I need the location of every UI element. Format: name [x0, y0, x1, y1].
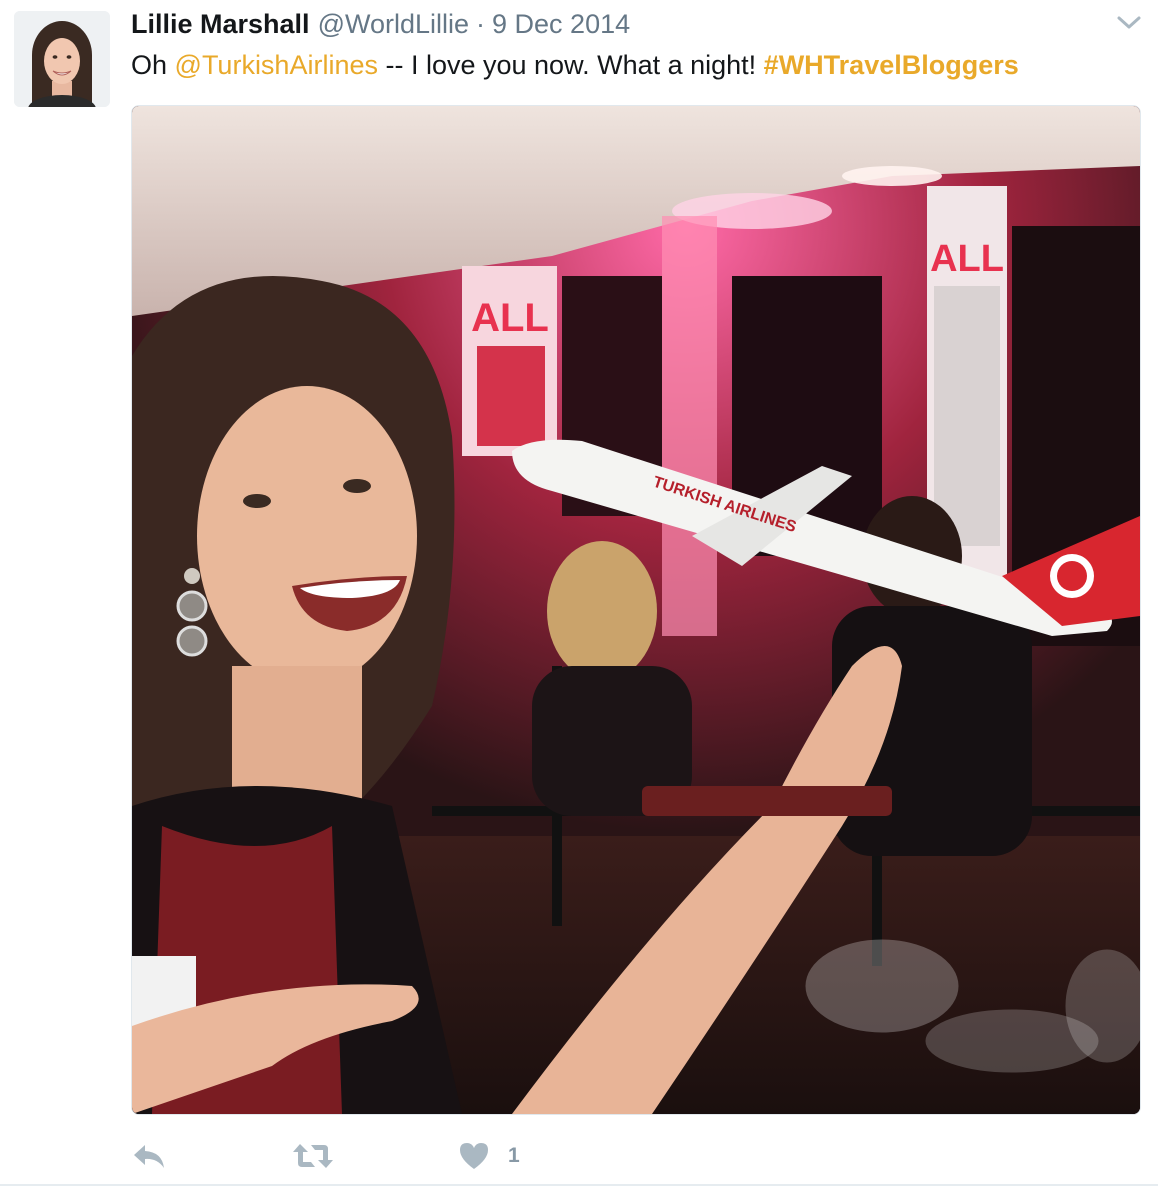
like-count: 1 — [508, 1144, 520, 1167]
reply-button[interactable] — [131, 1138, 167, 1174]
retweet-button[interactable] — [291, 1138, 335, 1174]
author-username[interactable]: @WorldLillie — [318, 6, 469, 42]
tweet-card: Lillie Marshall @WorldLillie · 9 Dec 201… — [0, 0, 1158, 1186]
avatar[interactable] — [14, 11, 110, 107]
tweet-menu-button[interactable] — [1116, 12, 1142, 34]
heart-icon — [460, 1143, 488, 1169]
tweet-text-prefix: Oh — [131, 50, 175, 80]
svg-text:ALL: ALL — [930, 238, 1004, 280]
tweet-text: Oh @TurkishAirlines -- I love you now. W… — [131, 46, 1019, 84]
photo-illustration: ALL ALL TURKISH AIRLINES — [132, 106, 1140, 1114]
svg-text:ALL: ALL — [471, 296, 549, 340]
tweet-actions: 1 — [131, 1138, 831, 1174]
retweet-icon — [293, 1144, 333, 1168]
header-separator: · — [476, 9, 486, 39]
like-button[interactable]: 1 — [458, 1138, 520, 1174]
chevron-down-icon — [1117, 16, 1141, 29]
hashtag-link[interactable]: #WHTravelBloggers — [764, 50, 1019, 80]
avatar-image — [14, 11, 110, 107]
tweet-text-middle: -- I love you now. What a night! — [377, 50, 764, 80]
tweet-header: Lillie Marshall @WorldLillie · 9 Dec 201… — [131, 6, 630, 42]
tweet-photo[interactable]: ALL ALL TURKISH AIRLINES — [131, 105, 1141, 1115]
mention-link[interactable]: @TurkishAirlines — [175, 50, 378, 80]
reply-icon — [134, 1145, 164, 1168]
tweet-timestamp[interactable]: 9 Dec 2014 — [492, 6, 630, 42]
author-full-name[interactable]: Lillie Marshall — [131, 6, 310, 42]
